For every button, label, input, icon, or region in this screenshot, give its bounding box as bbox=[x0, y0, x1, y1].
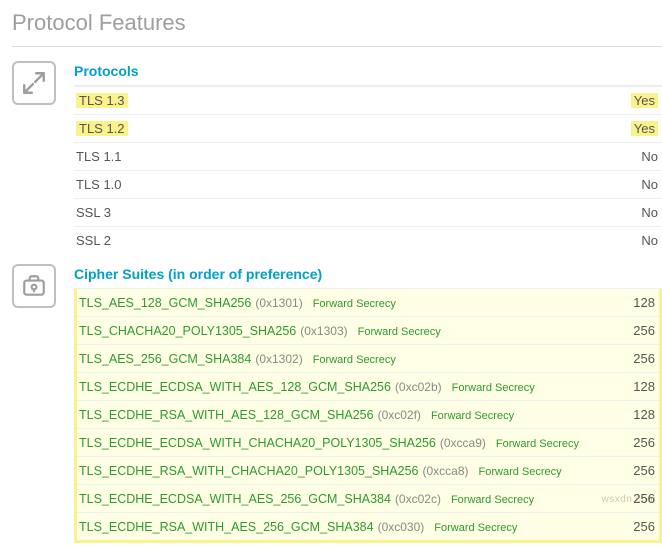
cipher-suites-section: Cipher Suites (in order of preference) T… bbox=[12, 262, 662, 543]
cipher-name: TLS_CHACHA20_POLY1305_SHA256 bbox=[79, 324, 296, 338]
protocol-row: TLS 1.1 No bbox=[74, 143, 662, 171]
cipher-bits: 256 bbox=[623, 491, 655, 506]
protocol-value: No bbox=[631, 205, 658, 220]
cipher-bits: 256 bbox=[623, 435, 655, 450]
cipher-name: TLS_AES_256_GCM_SHA384 bbox=[79, 352, 251, 366]
protocols-icon-col bbox=[12, 59, 74, 105]
cipher-hex: (0xc02b) bbox=[395, 380, 442, 394]
forward-secrecy-label: Forward Secrecy bbox=[496, 438, 579, 450]
cipher-name: TLS_AES_128_GCM_SHA256 bbox=[79, 296, 251, 310]
divider bbox=[12, 46, 662, 47]
page-root: Protocol Features Protocols TLS 1.3 Yes … bbox=[0, 0, 662, 543]
protocol-row: TLS 1.2 Yes bbox=[74, 115, 662, 143]
cipher-bits: 256 bbox=[623, 519, 655, 534]
protocol-row: SSL 2 No bbox=[74, 227, 662, 254]
cipher-name: TLS_ECDHE_ECDSA_WITH_CHACHA20_POLY1305_S… bbox=[79, 436, 436, 450]
cipher-hex: (0xc030) bbox=[378, 520, 425, 534]
cipher-row: TLS_ECDHE_RSA_WITH_CHACHA20_POLY1305_SHA… bbox=[77, 457, 659, 485]
cipher-name: TLS_ECDHE_RSA_WITH_AES_256_GCM_SHA384 bbox=[79, 520, 374, 534]
protocol-value: Yes bbox=[631, 93, 658, 108]
cipher-row: TLS_ECDHE_ECDSA_WITH_AES_128_GCM_SHA256 … bbox=[77, 373, 659, 401]
cipher-name: TLS_ECDHE_ECDSA_WITH_AES_128_GCM_SHA256 bbox=[79, 380, 391, 394]
forward-secrecy-label: Forward Secrecy bbox=[313, 354, 396, 366]
cipher-bits: 256 bbox=[623, 323, 655, 338]
cipher-hex: (0xcca9) bbox=[440, 436, 486, 450]
cipher-row: TLS_AES_128_GCM_SHA256 (0x1301) Forward … bbox=[77, 289, 659, 317]
protocol-value: No bbox=[631, 177, 658, 192]
protocol-name: TLS 1.3 bbox=[76, 93, 128, 108]
cipher-hex: (0x1301) bbox=[255, 296, 302, 310]
protocols-heading: Protocols bbox=[74, 59, 662, 87]
forward-secrecy-label: Forward Secrecy bbox=[434, 522, 517, 534]
protocol-row: SSL 3 No bbox=[74, 199, 662, 227]
cipher-highlight-block: TLS_AES_128_GCM_SHA256 (0x1301) Forward … bbox=[74, 289, 662, 543]
cipher-bits: 128 bbox=[623, 407, 655, 422]
cipher-hex: (0x1302) bbox=[255, 352, 302, 366]
protocol-name: TLS 1.1 bbox=[76, 149, 122, 164]
cipher-name: TLS_ECDHE_ECDSA_WITH_AES_256_GCM_SHA384 bbox=[79, 492, 391, 506]
forward-secrecy-label: Forward Secrecy bbox=[431, 410, 514, 422]
cipher-row: TLS_ECDHE_RSA_WITH_AES_256_GCM_SHA384 (0… bbox=[77, 513, 659, 540]
cipher-row: TLS_ECDHE_ECDSA_WITH_CHACHA20_POLY1305_S… bbox=[77, 429, 659, 457]
briefcase-lock-icon bbox=[12, 264, 56, 308]
protocol-name: TLS 1.0 bbox=[76, 177, 122, 192]
cipher-bits: 256 bbox=[623, 351, 655, 366]
protocol-name: TLS 1.2 bbox=[76, 121, 128, 136]
cipher-row: TLS_CHACHA20_POLY1305_SHA256 (0x1303) Fo… bbox=[77, 317, 659, 345]
protocols-content: Protocols TLS 1.3 Yes TLS 1.2 Yes TLS 1.… bbox=[74, 59, 662, 254]
protocols-section: Protocols TLS 1.3 Yes TLS 1.2 Yes TLS 1.… bbox=[12, 59, 662, 254]
cipher-name: TLS_ECDHE_RSA_WITH_AES_128_GCM_SHA256 bbox=[79, 408, 374, 422]
forward-secrecy-label: Forward Secrecy bbox=[451, 494, 534, 506]
cipher-row: TLS_AES_256_GCM_SHA384 (0x1302) Forward … bbox=[77, 345, 659, 373]
cipher-row: TLS_ECDHE_RSA_WITH_AES_128_GCM_SHA256 (0… bbox=[77, 401, 659, 429]
page-title: Protocol Features bbox=[12, 10, 662, 36]
cipher-content: Cipher Suites (in order of preference) T… bbox=[74, 262, 662, 543]
protocol-value: Yes bbox=[631, 121, 658, 136]
forward-secrecy-label: Forward Secrecy bbox=[313, 298, 396, 310]
cipher-bits: 128 bbox=[623, 295, 655, 310]
forward-secrecy-label: Forward Secrecy bbox=[358, 326, 441, 338]
cipher-hex: (0xc02f) bbox=[378, 408, 421, 422]
cipher-heading: Cipher Suites (in order of preference) bbox=[74, 262, 662, 290]
protocol-name: SSL 3 bbox=[76, 205, 111, 220]
cipher-icon-col bbox=[12, 262, 74, 308]
protocol-row: TLS 1.0 No bbox=[74, 171, 662, 199]
forward-secrecy-label: Forward Secrecy bbox=[452, 382, 535, 394]
forward-secrecy-label: Forward Secrecy bbox=[479, 466, 562, 478]
protocol-name: SSL 2 bbox=[76, 233, 111, 248]
protocol-value: No bbox=[631, 149, 658, 164]
protocol-row: TLS 1.3 Yes bbox=[74, 87, 662, 115]
cipher-name: TLS_ECDHE_RSA_WITH_CHACHA20_POLY1305_SHA… bbox=[79, 464, 419, 478]
expand-arrows-icon bbox=[12, 61, 56, 105]
cipher-hex: (0xcca8) bbox=[423, 464, 469, 478]
protocol-value: No bbox=[631, 233, 658, 248]
cipher-bits: 128 bbox=[623, 379, 655, 394]
cipher-bits: 256 bbox=[623, 463, 655, 478]
cipher-hex: (0xc02c) bbox=[395, 492, 441, 506]
cipher-hex: (0x1303) bbox=[300, 324, 347, 338]
